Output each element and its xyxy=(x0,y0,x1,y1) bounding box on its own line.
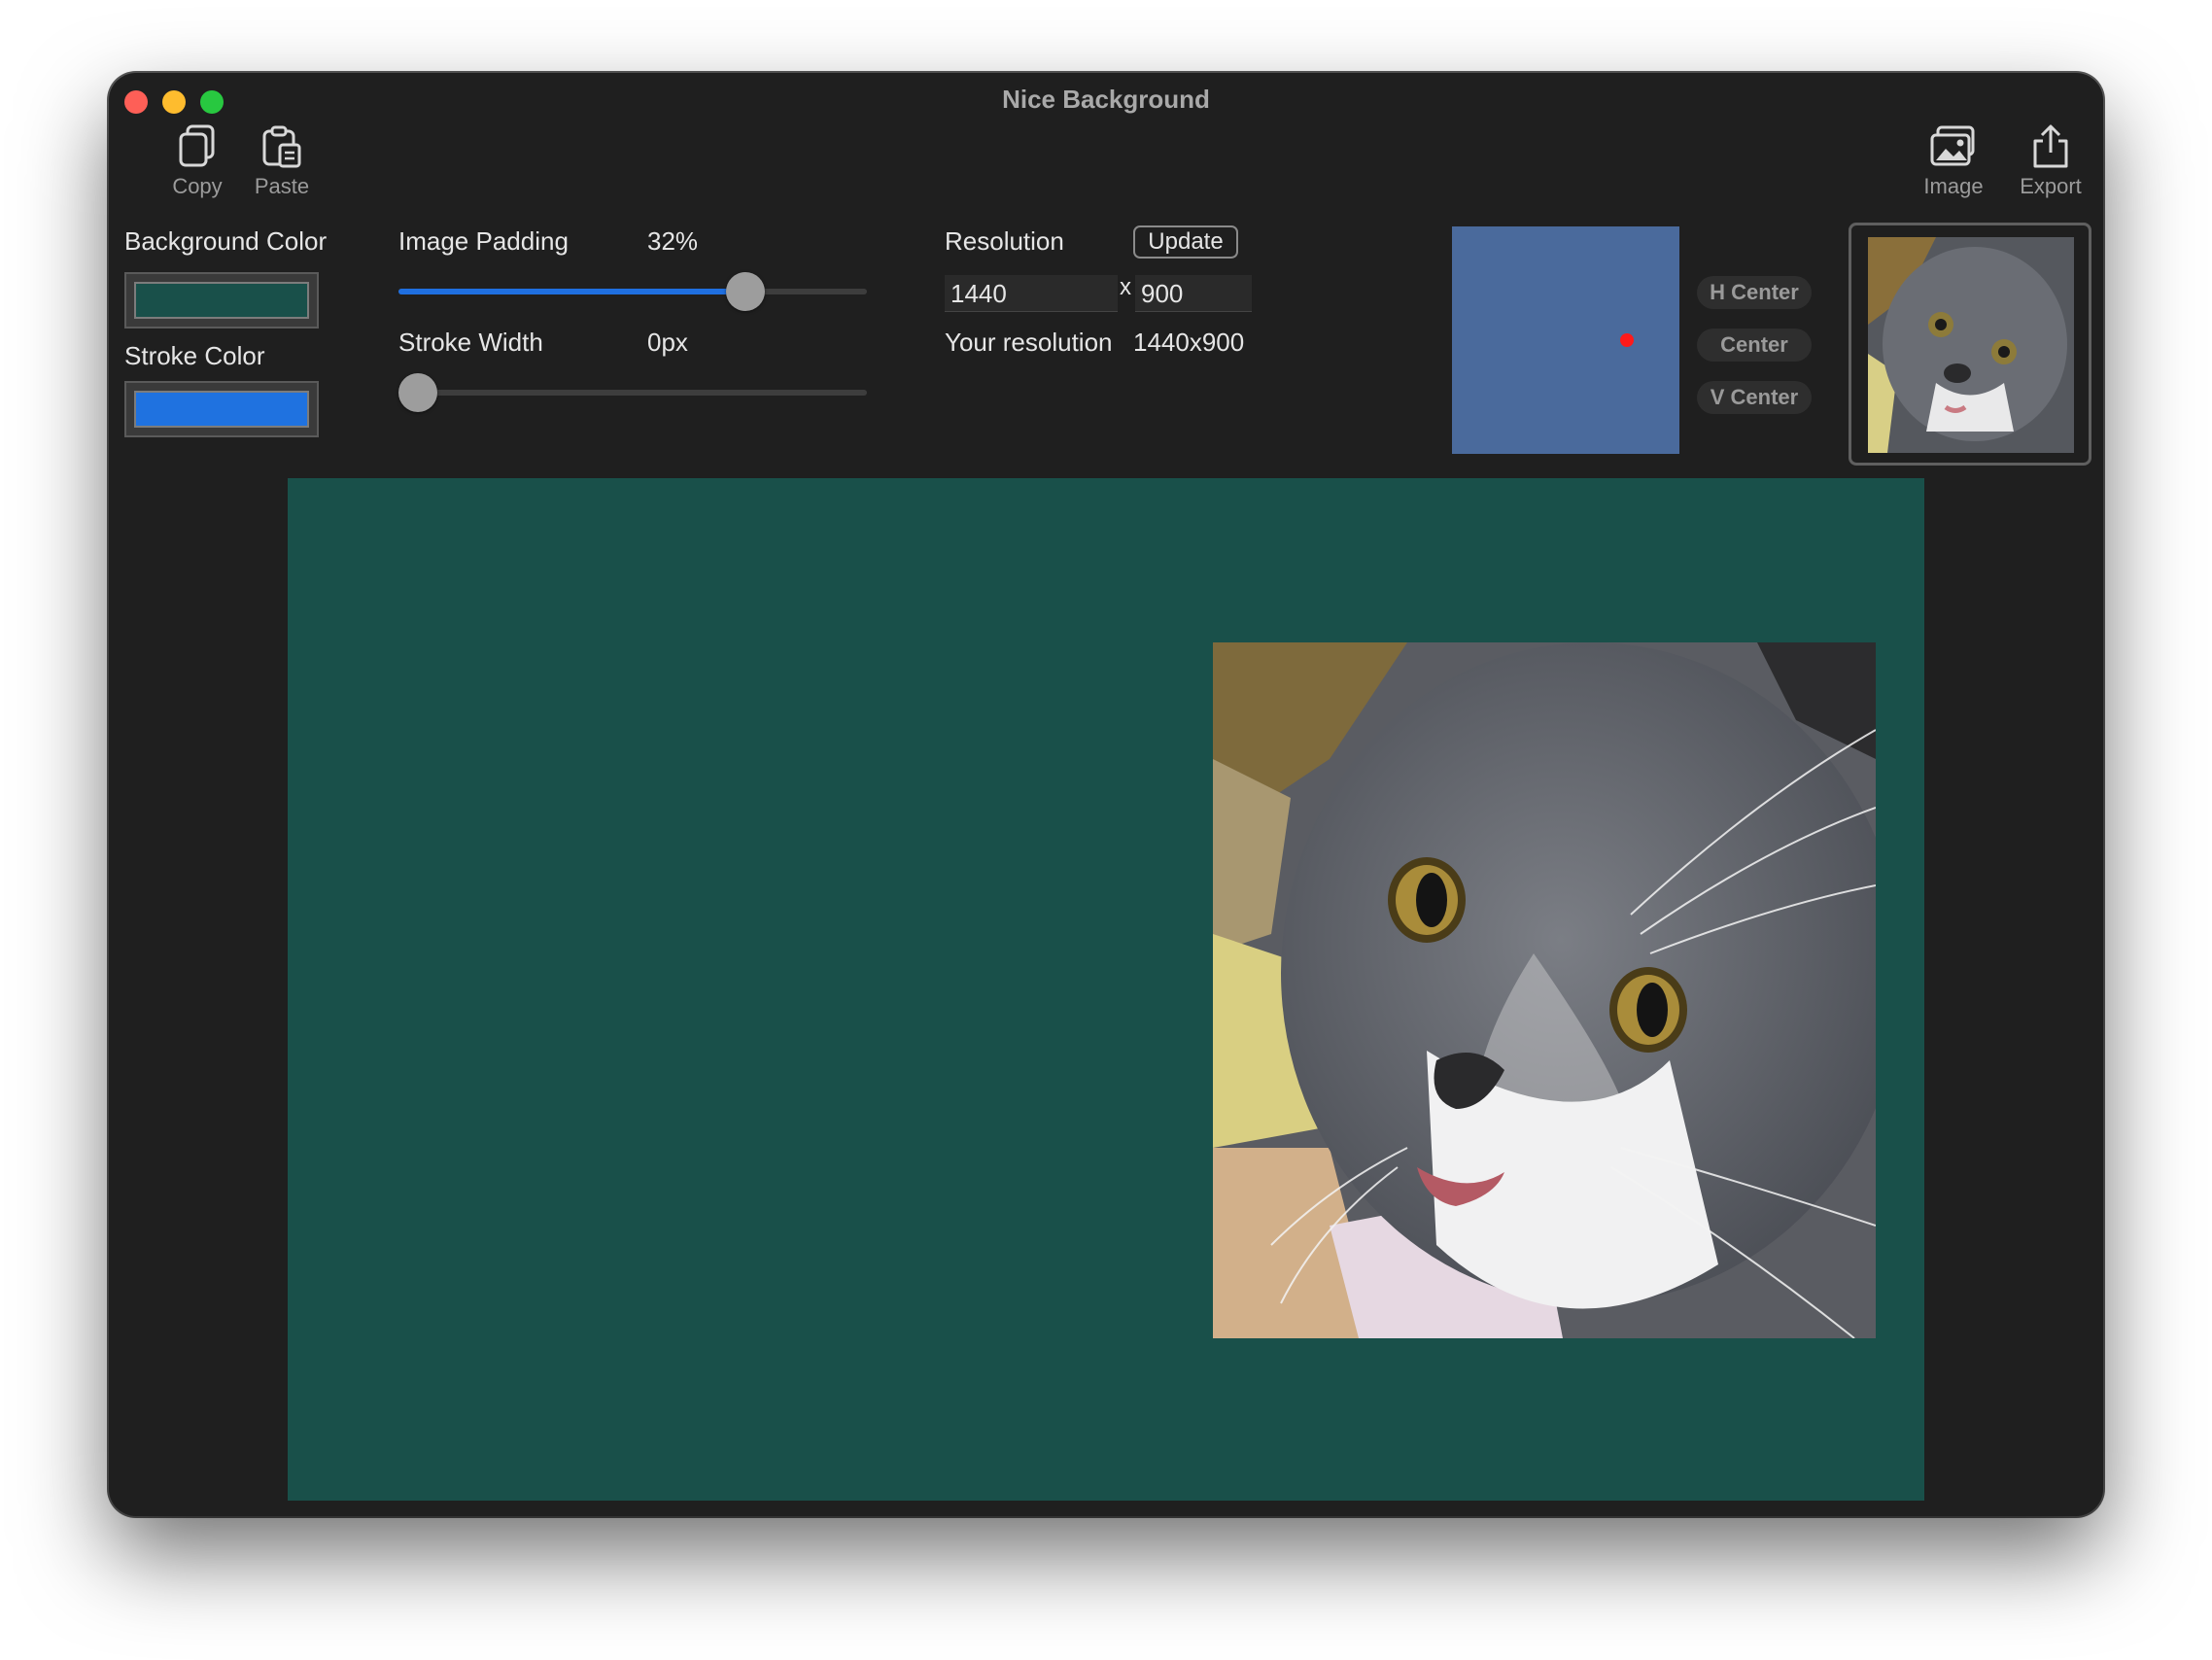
paste-button[interactable]: Paste xyxy=(238,123,326,199)
background-color-swatch xyxy=(134,282,309,319)
clipboard-icon xyxy=(262,125,301,168)
image-padding-slider[interactable] xyxy=(398,272,867,311)
position-picker[interactable] xyxy=(1452,226,1679,454)
v-center-button[interactable]: V Center xyxy=(1697,381,1812,414)
image-padding-fill xyxy=(398,289,745,294)
photo-icon xyxy=(1930,125,1975,166)
copy-label: Copy xyxy=(172,174,223,198)
stroke-width-label: Stroke Width xyxy=(398,328,543,357)
export-button[interactable]: Export xyxy=(2007,123,2094,199)
stroke-color-label: Stroke Color xyxy=(124,341,265,370)
background-color-label: Background Color xyxy=(124,226,328,256)
image-padding-value: 32% xyxy=(647,226,699,256)
stroke-color-well[interactable] xyxy=(124,381,319,437)
update-button[interactable]: Update xyxy=(1133,225,1238,259)
image-padding-knob[interactable] xyxy=(725,272,765,311)
resolution-separator: x xyxy=(1120,274,1131,300)
position-marker[interactable] xyxy=(1620,333,1635,347)
app-window: Nice Background Copy Paste Image Export … xyxy=(109,73,2103,1516)
stroke-color-swatch xyxy=(134,391,309,428)
image-label: Image xyxy=(1923,174,1984,198)
copy-icon xyxy=(179,124,215,167)
image-button[interactable]: Image xyxy=(1910,123,1997,199)
share-icon xyxy=(2033,124,2068,168)
cat-thumbnail-image xyxy=(1868,237,2074,453)
export-label: Export xyxy=(2020,174,2082,198)
preview-canvas xyxy=(288,478,1924,1501)
cat-photo[interactable] xyxy=(1213,642,1876,1338)
your-resolution-value: 1440x900 xyxy=(1133,328,1245,357)
stroke-width-slider[interactable] xyxy=(398,373,867,412)
window-title: Nice Background xyxy=(1002,85,1210,114)
background-color-well[interactable] xyxy=(124,272,319,329)
your-resolution-label: Your resolution xyxy=(945,328,1113,357)
center-button[interactable]: Center xyxy=(1697,329,1812,362)
image-thumbnail-well[interactable] xyxy=(1849,223,2091,466)
resolution-width-input[interactable]: 1440 xyxy=(945,275,1118,312)
paste-label: Paste xyxy=(254,174,310,198)
stroke-width-value: 0px xyxy=(647,328,688,357)
resolution-label: Resolution xyxy=(945,226,1064,256)
stroke-width-knob[interactable] xyxy=(398,373,437,412)
resolution-height-input[interactable]: 900 xyxy=(1135,275,1252,312)
h-center-button[interactable]: H Center xyxy=(1697,276,1812,309)
image-padding-label: Image Padding xyxy=(398,226,569,256)
copy-button[interactable]: Copy xyxy=(154,123,241,199)
